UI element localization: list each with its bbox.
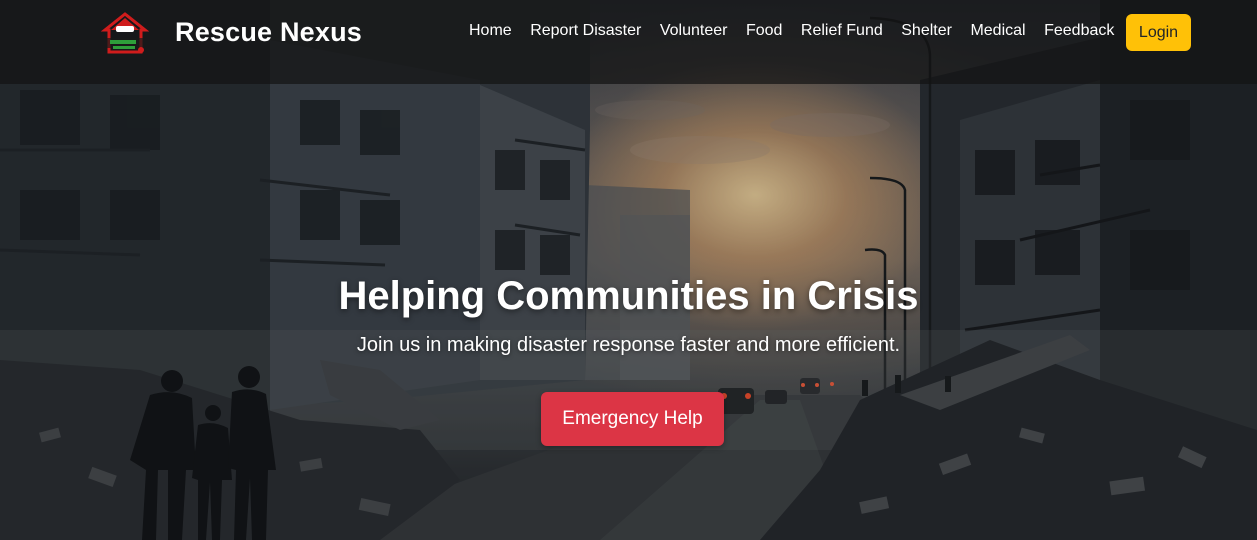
nav-home[interactable]: Home: [469, 22, 512, 40]
login-button[interactable]: Login: [1126, 14, 1191, 51]
brand-name[interactable]: Rescue Nexus: [175, 17, 362, 48]
nav-report-disaster[interactable]: Report Disaster: [530, 22, 641, 40]
nav-medical[interactable]: Medical: [970, 22, 1025, 40]
nav-relief-fund[interactable]: Relief Fund: [801, 22, 883, 40]
nav-food[interactable]: Food: [746, 22, 782, 40]
top-navbar: Rescue Nexus Home Report Disaster Volunt…: [0, 0, 1257, 84]
house-shield-icon: [100, 12, 150, 54]
hero-title: Helping Communities in Crisis: [338, 274, 919, 318]
main-nav: Home Report Disaster Volunteer Food Reli…: [469, 22, 1133, 40]
nav-volunteer[interactable]: Volunteer: [660, 22, 728, 40]
nav-shelter[interactable]: Shelter: [901, 22, 952, 40]
brand-logo-icon[interactable]: [100, 12, 150, 58]
nav-feedback[interactable]: Feedback: [1044, 22, 1114, 40]
hero-subtitle: Join us in making disaster response fast…: [356, 334, 901, 356]
emergency-help-button[interactable]: Emergency Help: [541, 392, 724, 446]
